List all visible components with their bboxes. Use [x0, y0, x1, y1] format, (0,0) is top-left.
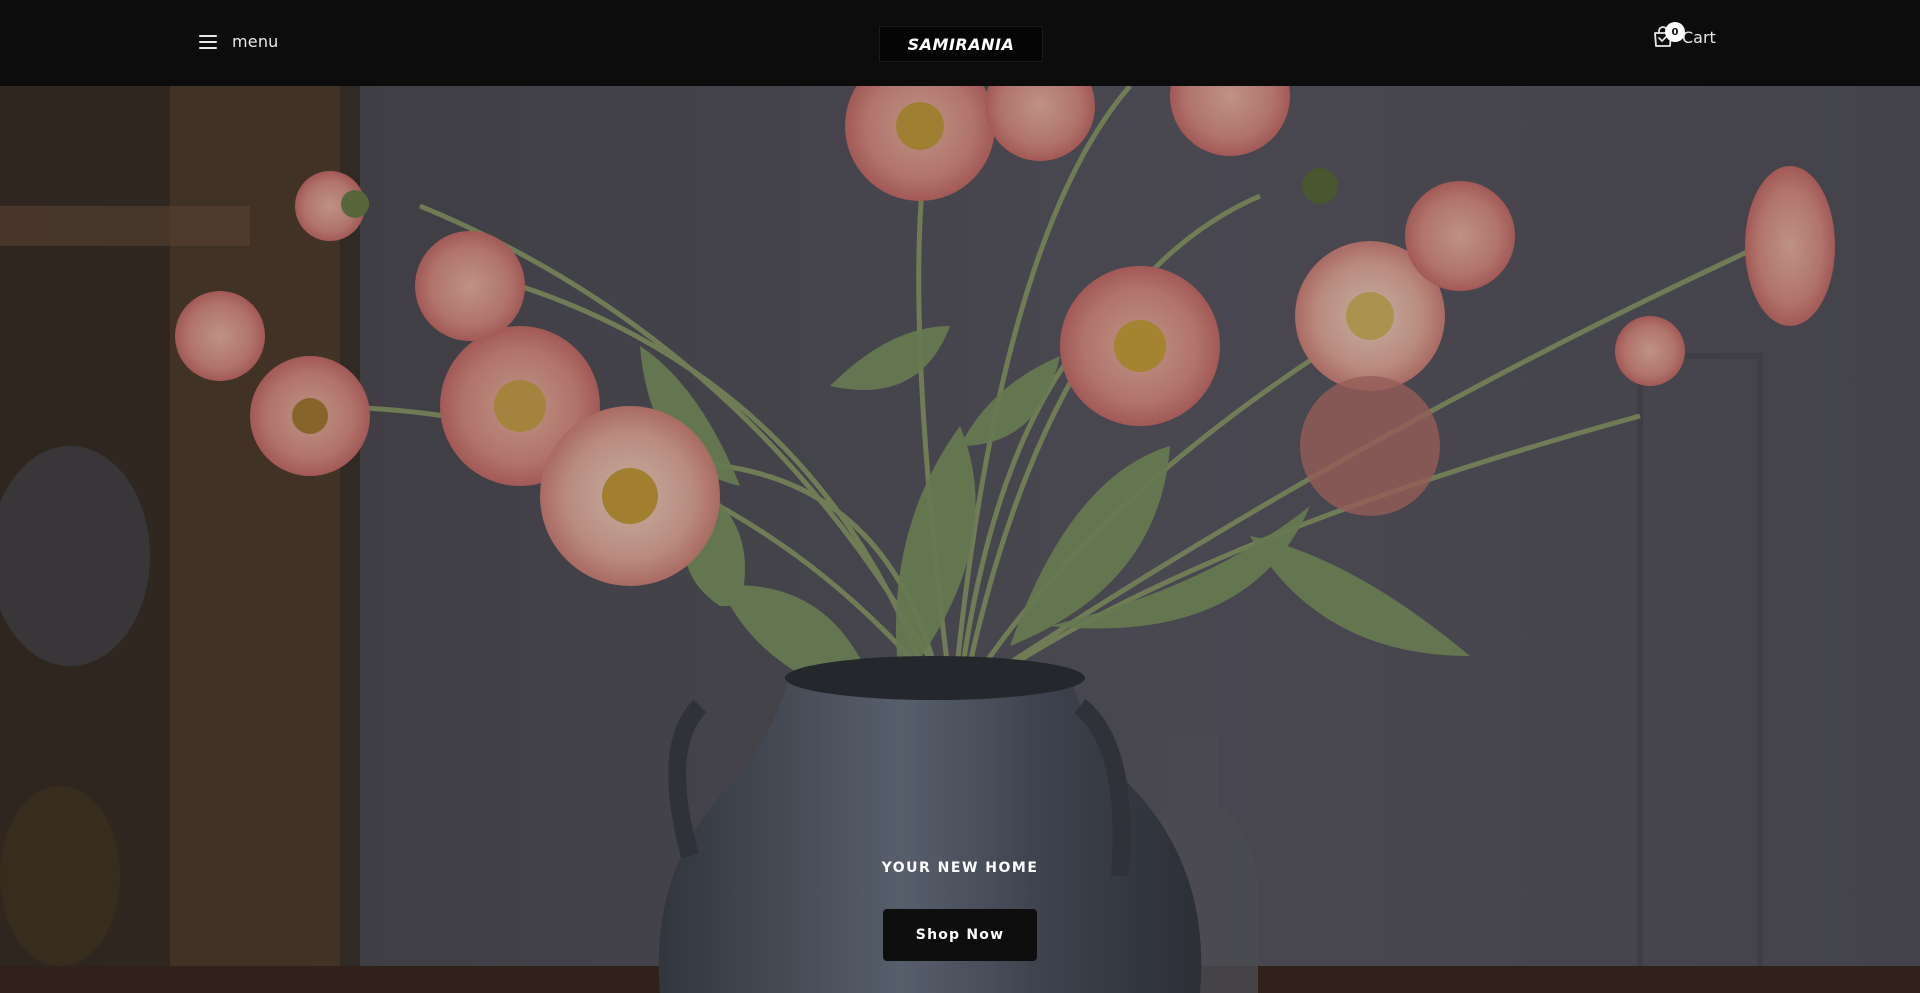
shop-now-button[interactable]: Shop Now — [883, 909, 1037, 961]
site-logo[interactable]: SAMIRANIA — [879, 26, 1043, 62]
hero-overlay — [0, 86, 1920, 993]
logo-text: SAMIRANIA — [907, 34, 1015, 54]
hero-subtitle: YOUR NEW HOME — [881, 860, 1039, 876]
cart-label: Cart — [1682, 27, 1716, 47]
site-header: menu SAMIRANIA 0 Cart — [0, 0, 1920, 86]
cart-button[interactable]: 0 Cart — [1652, 22, 1716, 48]
menu-label: menu — [232, 32, 279, 51]
hamburger-icon — [199, 34, 217, 49]
cart-count-badge: 0 — [1665, 22, 1685, 42]
shopping-bag-icon: 0 — [1652, 22, 1685, 48]
menu-button[interactable]: menu — [199, 32, 279, 51]
hero-banner: YOUR NEW HOME Shop Now — [0, 86, 1920, 993]
